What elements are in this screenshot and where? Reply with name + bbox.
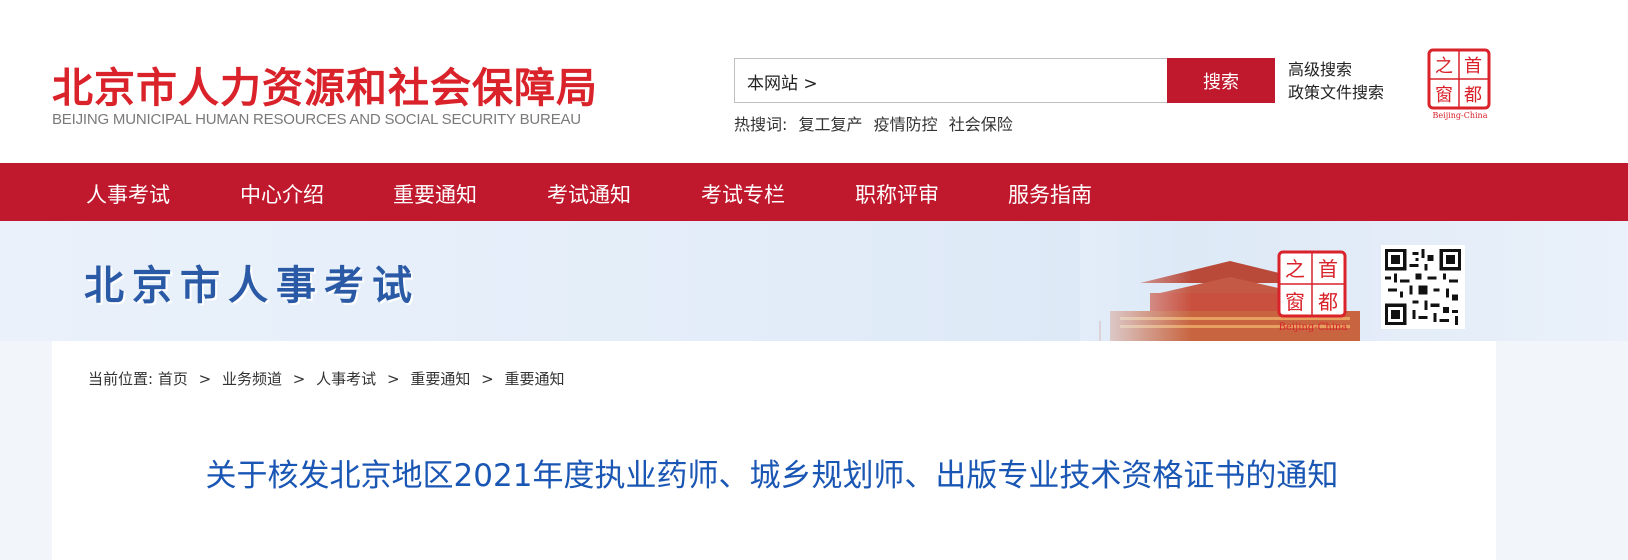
breadcrumb-item[interactable]: 重要通知 bbox=[504, 370, 564, 388]
search-box: 本网站 > bbox=[734, 58, 1167, 103]
nav-item-service-guide[interactable]: 服务指南 bbox=[1008, 179, 1092, 209]
site-header: 北京市人力资源和社会保障局 BEIJING MUNICIPAL HUMAN RE… bbox=[0, 0, 1628, 163]
search-button[interactable]: 搜索 bbox=[1167, 58, 1275, 103]
article-container: 当前位置: 首页 > 业务频道 > 人事考试 > 重要通知 > 重要通知 关于核… bbox=[52, 341, 1496, 560]
advanced-search-link[interactable]: 高级搜索 bbox=[1288, 58, 1384, 81]
capital-logo-char: 之 bbox=[1435, 56, 1453, 77]
nav-item-title-review[interactable]: 职称评审 bbox=[855, 179, 939, 209]
site-logo-title[interactable]: 北京市人力资源和社会保障局 bbox=[52, 54, 598, 114]
capital-logo-en: Beijing-China bbox=[1433, 111, 1488, 120]
nav-item-about[interactable]: 中心介绍 bbox=[240, 179, 324, 209]
breadcrumb-item-home[interactable]: 首页 bbox=[158, 370, 188, 388]
breadcrumb-separator: > bbox=[198, 370, 212, 388]
search-links: 高级搜索 政策文件搜索 bbox=[1288, 58, 1384, 104]
breadcrumb-item[interactable]: 重要通知 bbox=[410, 370, 470, 388]
capital-logo-char: 都 bbox=[1318, 290, 1338, 314]
capital-logo-char: 之 bbox=[1285, 257, 1305, 281]
capital-logo-char: 首 bbox=[1464, 56, 1482, 77]
breadcrumb-item[interactable]: 业务频道 bbox=[222, 370, 282, 388]
search-input[interactable] bbox=[855, 61, 1155, 99]
hot-word[interactable]: 复工复产 bbox=[799, 115, 863, 134]
hot-words-label: 热搜词: bbox=[734, 115, 788, 134]
site-logo-subtitle: BEIJING MUNICIPAL HUMAN RESOURCES AND SO… bbox=[52, 111, 581, 128]
breadcrumb-separator: > bbox=[481, 370, 494, 388]
policy-search-link[interactable]: 政策文件搜索 bbox=[1288, 81, 1384, 104]
breadcrumb-label: 当前位置: bbox=[88, 370, 154, 388]
breadcrumb-separator: > bbox=[386, 370, 400, 388]
banner-title: 北京市人事考试 bbox=[84, 263, 420, 309]
hot-word[interactable]: 社会保险 bbox=[949, 115, 1013, 134]
capital-logo-char: 首 bbox=[1318, 257, 1338, 281]
article-title: 关于核发北京地区2021年度执业药师、城乡规划师、出版专业技术资格证书的通知 bbox=[205, 458, 1339, 494]
hot-words: 热搜词: 复工复产 疫情防控 社会保险 bbox=[734, 111, 1013, 135]
search-scope-select[interactable]: 本网站 > bbox=[747, 69, 818, 94]
capital-logo-en: Beijing-China bbox=[1279, 322, 1348, 333]
capital-logo-char: 都 bbox=[1464, 85, 1482, 106]
qr-code bbox=[1381, 245, 1465, 329]
hot-word[interactable]: 疫情防控 bbox=[874, 115, 938, 134]
breadcrumb-separator: > bbox=[292, 370, 306, 388]
capital-window-banner-logo: 首 都 之 窗 Beijing-China bbox=[1277, 250, 1348, 333]
nav-item-exam-column[interactable]: 考试专栏 bbox=[701, 179, 785, 209]
breadcrumb: 当前位置: 首页 > 业务频道 > 人事考试 > 重要通知 > 重要通知 bbox=[88, 368, 564, 389]
breadcrumb-item[interactable]: 人事考试 bbox=[316, 370, 376, 388]
main-nav: 人事考试 中心介绍 重要通知 考试通知 考试专栏 职称评审 服务指南 bbox=[0, 163, 1628, 221]
nav-item-exam-notice[interactable]: 考试通知 bbox=[547, 179, 631, 209]
capital-logo-char: 窗 bbox=[1435, 85, 1453, 106]
nav-item-important[interactable]: 重要通知 bbox=[393, 179, 477, 209]
capital-window-logo[interactable]: 首 都 之 窗 Beijing-China bbox=[1425, 48, 1495, 120]
nav-item-exam[interactable]: 人事考试 bbox=[86, 179, 170, 209]
capital-logo-char: 窗 bbox=[1285, 290, 1305, 314]
